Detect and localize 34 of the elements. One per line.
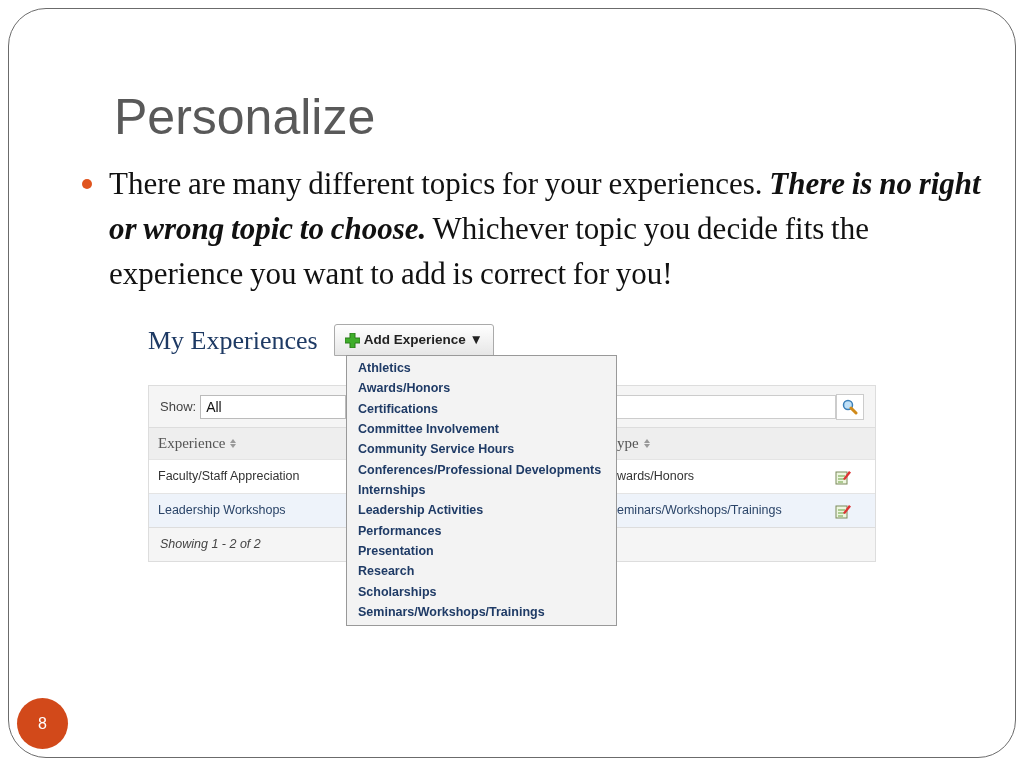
- page-number: 8: [17, 698, 68, 749]
- menu-item[interactable]: Committee Involvement: [358, 419, 499, 440]
- bullet-icon: [82, 179, 92, 189]
- menu-item[interactable]: Scholarships: [358, 581, 437, 603]
- filter-select[interactable]: All: [200, 394, 347, 419]
- table-cell-text: Leadership Workshops: [157, 502, 287, 520]
- edit-icon[interactable]: [835, 502, 851, 519]
- sort-icon[interactable]: [230, 439, 237, 448]
- menu-item[interactable]: Community Service Hours: [358, 439, 515, 460]
- page-heading: My Experiences: [148, 324, 318, 357]
- menu-item[interactable]: Awards/Honors: [358, 378, 451, 399]
- menu-item[interactable]: Performances: [358, 520, 442, 542]
- column-header[interactable]: Experience: [158, 432, 226, 455]
- table-cell-text: wards/Honors: [616, 468, 696, 486]
- menu-item[interactable]: Research: [358, 561, 415, 582]
- menu-item[interactable]: Internships: [358, 480, 426, 501]
- slide-title: Personalize: [113, 88, 377, 147]
- bullet-text: There are many different topics for your experiences. There is no right or wrong topic to choose. Whichever topic you decide fits the experience you want to add is correct for you!: [109, 165, 983, 293]
- table-cell-text: eminars/Workshops/Trainings: [616, 502, 783, 520]
- table-cell-text: Faculty/Staff Appreciation: [157, 468, 301, 486]
- add-experience-button[interactable]: Add Experience ▼: [333, 324, 494, 356]
- menu-item[interactable]: Certifications: [358, 398, 438, 420]
- filter-label: Show:: [160, 397, 197, 416]
- sort-icon[interactable]: [643, 439, 650, 448]
- menu-item[interactable]: Presentation: [358, 541, 434, 562]
- menu-item[interactable]: Conferences/Professional Developments: [358, 459, 602, 481]
- plus-icon: [344, 332, 360, 348]
- search-icon: [842, 398, 858, 415]
- column-header[interactable]: ype: [617, 432, 639, 455]
- menu-item[interactable]: Leadership Activities: [358, 500, 484, 521]
- menu-item[interactable]: Seminars/Workshops/Trainings: [358, 602, 545, 623]
- search-button[interactable]: [836, 393, 864, 420]
- menu-item[interactable]: Athletics: [358, 358, 411, 379]
- edit-icon[interactable]: [835, 468, 851, 485]
